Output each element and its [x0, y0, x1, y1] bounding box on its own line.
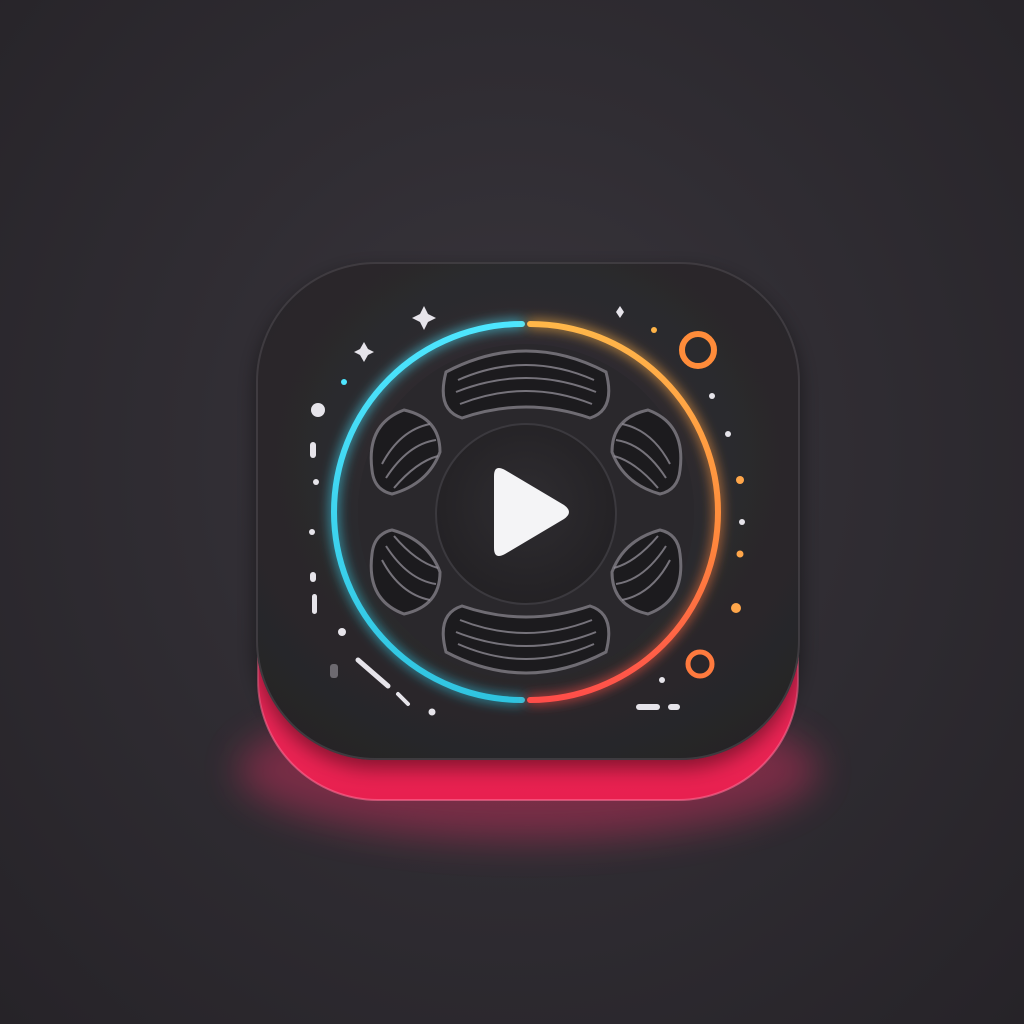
video-reel-app-icon[interactable] — [0, 0, 1024, 1024]
app-icon-scene — [0, 0, 1024, 1024]
app-icon-graphic — [238, 262, 818, 840]
reel-hole-bottom — [441, 604, 611, 675]
reel-hole-top — [441, 349, 611, 420]
